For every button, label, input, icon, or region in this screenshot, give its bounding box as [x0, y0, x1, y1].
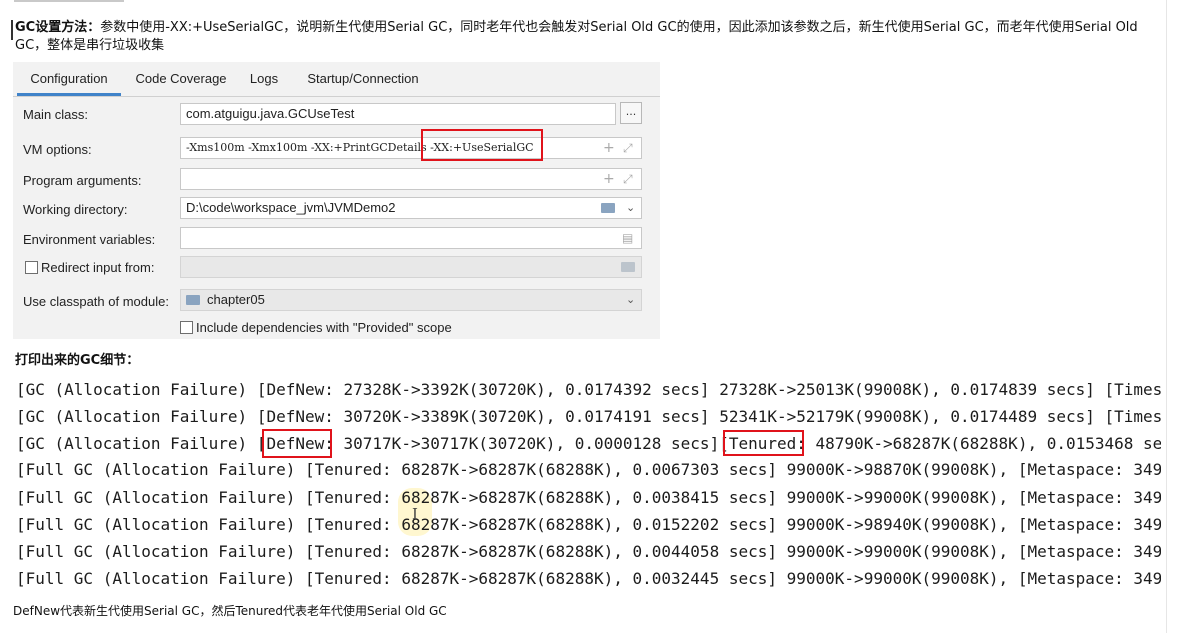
folder-icon[interactable] [601, 203, 615, 213]
browse-main-class-button[interactable]: ... [620, 102, 642, 124]
highlight-box-tenured [723, 430, 804, 456]
page-edge-divider [1166, 0, 1167, 633]
gc-details-subtitle: 打印出来的GC细节： [15, 353, 140, 368]
log-line: [Full GC (Allocation Failure) [Tenured: … [16, 488, 1161, 507]
intro-paragraph: GC设置方法：参数中使用-XX:+UseSerialGC，说明新生代使用Seri… [15, 19, 1165, 55]
top-strip [0, 0, 1179, 6]
cropped-heading [14, 0, 124, 2]
tab-configuration[interactable]: Configuration [17, 62, 121, 96]
chevron-down-icon[interactable]: ⌄ [626, 198, 635, 218]
intro-text: 参数中使用-XX:+UseSerialGC，说明新生代使用Serial GC，同… [15, 20, 1138, 53]
classpath-module-value: chapter05 [207, 292, 265, 307]
log-line: [Full GC (Allocation Failure) [Tenured: … [16, 460, 1161, 479]
log-line: [GC (Allocation Failure) [DefNew: 27328K… [16, 380, 1161, 399]
log-line: [GC (Allocation Failure) [DefNew: 30720K… [16, 407, 1161, 426]
classpath-module-label: Use classpath of module: [23, 294, 169, 309]
include-deps-checkbox[interactable] [180, 321, 193, 334]
program-arguments-field[interactable] [180, 168, 642, 190]
document-icon[interactable]: ▤ [622, 228, 633, 248]
redirect-input-checkbox[interactable] [25, 261, 38, 274]
tab-startup-connection[interactable]: Startup/Connection [297, 62, 429, 95]
expand-icon[interactable]: ⤢ [623, 169, 633, 189]
environment-variables-field[interactable] [180, 227, 642, 249]
log-line: [Full GC (Allocation Failure) [Tenured: … [16, 515, 1161, 534]
redirect-input-label: Redirect input from: [41, 260, 155, 275]
main-class-field[interactable]: com.atguigu.java.GCUseTest [180, 103, 616, 125]
text-cursor-bar [11, 20, 13, 40]
expand-icon[interactable]: ⤢ [623, 138, 633, 158]
log-line: [Full GC (Allocation Failure) [Tenured: … [16, 569, 1161, 588]
tab-logs[interactable]: Logs [243, 62, 285, 95]
chevron-down-icon[interactable]: ⌄ [626, 290, 635, 310]
text-cursor-icon: I [412, 505, 418, 523]
module-folder-icon [186, 295, 200, 305]
tab-code-coverage[interactable]: Code Coverage [126, 62, 236, 95]
gc-log-output: [GC (Allocation Failure) [DefNew: 27328K… [16, 378, 1161, 594]
run-configuration-dialog: Configuration Code Coverage Logs Startup… [13, 62, 660, 339]
main-class-label: Main class: [23, 107, 89, 122]
plus-icon[interactable]: + [603, 138, 615, 158]
working-directory-label: Working directory: [23, 202, 128, 217]
classpath-module-select[interactable]: chapter05 [180, 289, 642, 311]
working-directory-field[interactable]: D:\code\workspace_jvm\JVMDemo2 [180, 197, 642, 219]
plus-icon[interactable]: + [603, 169, 615, 189]
vm-options-field[interactable]: -Xms100m -Xmx100m -XX:+PrintGCDetails -X… [180, 137, 642, 159]
include-deps-label: Include dependencies with "Provided" sco… [196, 320, 452, 335]
tab-bar: Configuration Code Coverage Logs Startup… [13, 62, 660, 97]
redirect-input-field [180, 256, 642, 278]
folder-icon [621, 262, 635, 272]
highlight-box-useserialgc [421, 129, 543, 161]
highlight-box-defnew [262, 429, 332, 458]
program-arguments-label: Program arguments: [23, 173, 142, 188]
vm-options-label: VM options: [23, 142, 92, 157]
intro-bold: GC设置方法： [15, 20, 101, 35]
environment-variables-label: Environment variables: [23, 232, 156, 247]
log-line: [GC (Allocation Failure) [DefNew: 30717K… [16, 434, 1161, 453]
footer-note: DefNew代表新生代使用Serial GC，然后Tenured代表老年代使用S… [13, 604, 447, 618]
log-line: [Full GC (Allocation Failure) [Tenured: … [16, 542, 1161, 561]
